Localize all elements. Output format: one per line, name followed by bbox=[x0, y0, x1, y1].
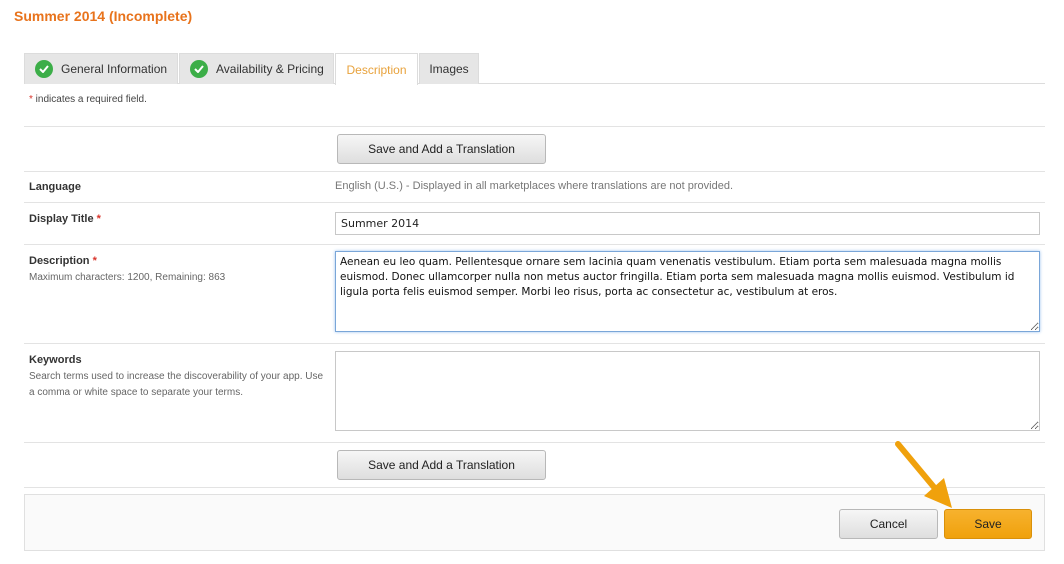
description-char-count: Maximum characters: 1200, Remaining: 863 bbox=[29, 272, 226, 283]
tab-availability-pricing[interactable]: Availability & Pricing bbox=[179, 53, 334, 84]
description-label: Description * bbox=[29, 255, 97, 267]
required-note-text: indicates a required field. bbox=[32, 94, 147, 105]
keywords-textarea[interactable] bbox=[335, 351, 1040, 431]
language-value: English (U.S.) - Displayed in all market… bbox=[335, 180, 734, 192]
divider bbox=[24, 343, 1045, 344]
display-title-label: Display Title * bbox=[29, 213, 101, 225]
save-and-add-translation-button-top[interactable]: Save and Add a Translation bbox=[337, 134, 546, 164]
keywords-help: Search terms used to increase the discov… bbox=[29, 371, 324, 398]
tab-label: General Information bbox=[61, 62, 168, 76]
display-title-input[interactable] bbox=[335, 212, 1040, 235]
tab-description[interactable]: Description bbox=[335, 53, 418, 85]
tab-images[interactable]: Images bbox=[419, 53, 479, 84]
tab-label: Availability & Pricing bbox=[216, 62, 324, 76]
divider bbox=[24, 244, 1045, 245]
display-title-label-text: Display Title bbox=[29, 213, 94, 225]
tab-bar: General Information Availability & Prici… bbox=[24, 53, 1045, 85]
check-circle-icon bbox=[35, 60, 53, 78]
save-and-add-translation-button-bottom[interactable]: Save and Add a Translation bbox=[337, 450, 546, 480]
required-star: * bbox=[96, 213, 101, 225]
tab-label: Images bbox=[429, 62, 469, 76]
language-label: Language bbox=[29, 181, 81, 193]
required-star: * bbox=[92, 255, 97, 267]
description-label-text: Description bbox=[29, 255, 90, 267]
keywords-label: Keywords bbox=[29, 354, 82, 366]
tab-label: Description bbox=[346, 62, 407, 77]
arrow-pointer-icon bbox=[895, 441, 952, 508]
check-circle-icon bbox=[190, 60, 208, 78]
description-textarea[interactable]: Aenean eu leo quam. Pellentesque ornare … bbox=[335, 251, 1040, 332]
divider bbox=[24, 126, 1045, 127]
page-title: Summer 2014 (Incomplete) bbox=[14, 8, 193, 24]
required-field-note: * indicates a required field. bbox=[29, 94, 147, 105]
divider bbox=[24, 202, 1045, 203]
divider bbox=[24, 171, 1045, 172]
tab-general-information[interactable]: General Information bbox=[24, 53, 178, 84]
